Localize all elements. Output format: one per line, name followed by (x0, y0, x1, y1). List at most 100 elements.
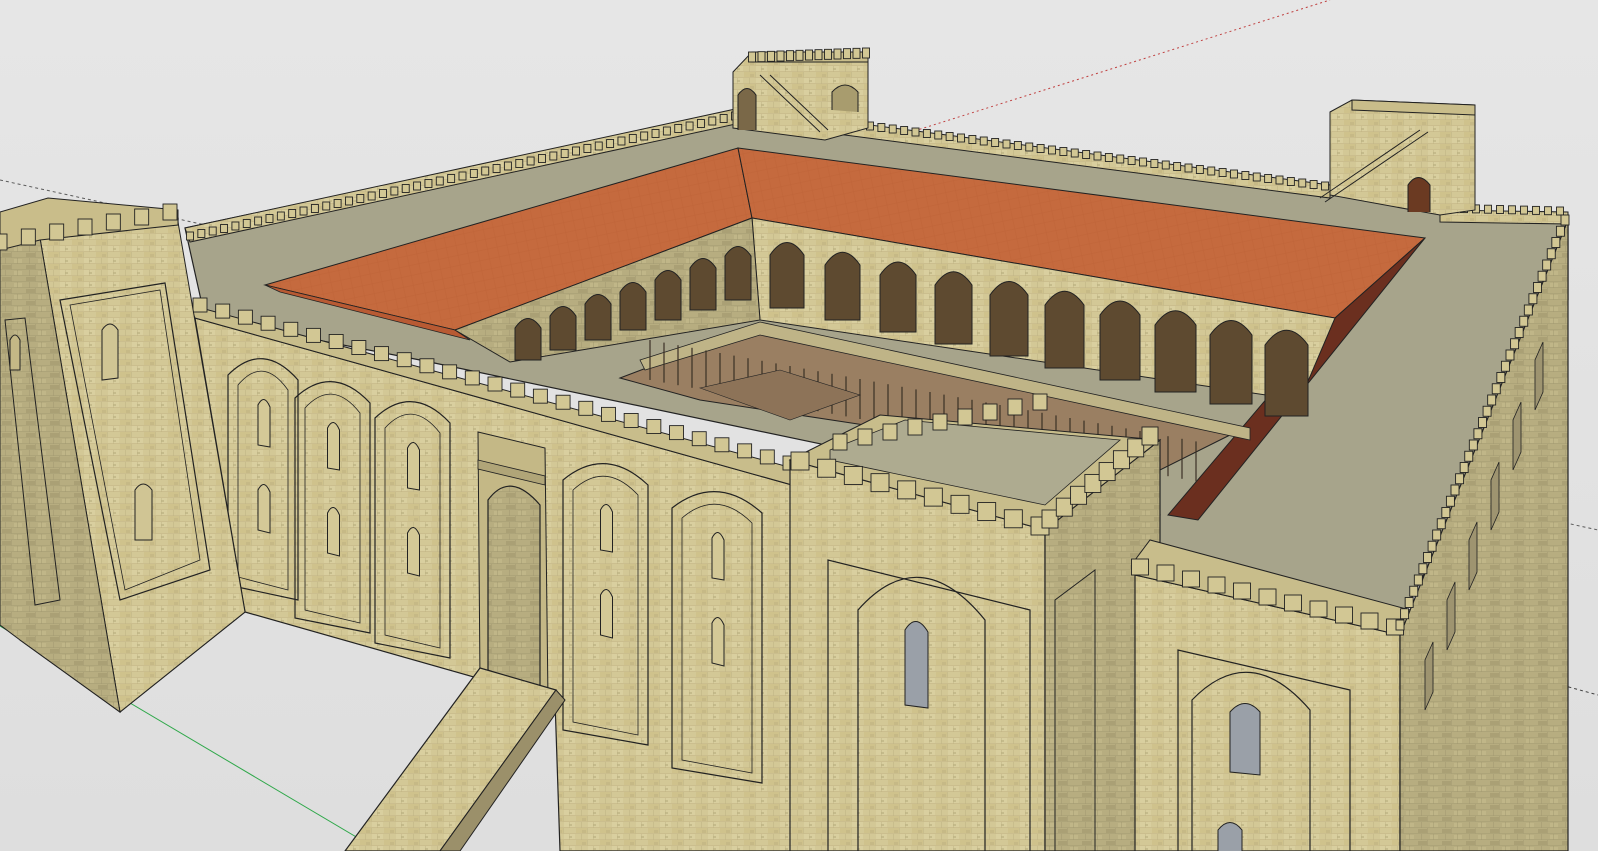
back-merlon (1230, 169, 1238, 179)
back-merlon (991, 138, 1000, 147)
right-merlon (1500, 360, 1510, 372)
keep-merlon (882, 423, 898, 441)
back-merlon (1093, 151, 1102, 161)
keep-merlon (982, 403, 998, 421)
back-merlon (1484, 204, 1492, 214)
arcade-arch (1154, 310, 1197, 393)
keep-merlon (1055, 497, 1073, 517)
back-merlon (1241, 171, 1250, 180)
right-merlon (1284, 594, 1302, 612)
arcade-arch (654, 270, 682, 321)
right-merlon (1505, 349, 1515, 361)
right-merlon (1450, 484, 1460, 496)
keep-merlon (957, 408, 973, 426)
right-merlon (1478, 417, 1487, 428)
back-merlon (1309, 180, 1318, 189)
right-merlon (1546, 248, 1556, 260)
right-merlon (1459, 462, 1469, 473)
back-merlon (549, 151, 558, 161)
back-merlon (1184, 163, 1193, 173)
keep-merlon (1041, 509, 1059, 529)
right-merlon (1258, 588, 1277, 606)
keep-merlon (870, 473, 890, 493)
right-merlon (1491, 383, 1501, 395)
right-merlon (1519, 315, 1529, 327)
right-merlon (1555, 225, 1565, 237)
keep-merlon (1032, 393, 1048, 411)
back-merlon (379, 189, 387, 198)
keep-merlon (817, 458, 837, 478)
back-merlon (1218, 168, 1227, 177)
back-merlon (1150, 159, 1159, 168)
right-merlon (1487, 394, 1497, 406)
back-merlon (220, 224, 229, 233)
keep-merlon (950, 494, 970, 514)
back-merlon (345, 196, 353, 206)
back-merlon (560, 149, 569, 158)
right-merlon (1551, 237, 1561, 248)
back-merlon (1275, 175, 1284, 185)
back-merlon (231, 221, 240, 231)
arcade-arch (769, 242, 805, 309)
center-tower-merlon (862, 47, 870, 59)
right-merlon (1432, 529, 1442, 541)
modeling-viewport[interactable] (0, 0, 1598, 851)
tower-merlon (20, 228, 36, 246)
front-merlon (283, 321, 299, 337)
keep-merlon (1084, 473, 1102, 493)
right-merlon (1131, 558, 1149, 576)
front-merlon (714, 437, 730, 453)
back-merlon (447, 174, 456, 183)
front-merlon (396, 352, 412, 368)
back-merlon (186, 231, 194, 241)
center-tower-merlon (776, 50, 785, 62)
front-merlon (532, 388, 548, 404)
right-merlon (1496, 372, 1506, 383)
right-merlon (1404, 597, 1414, 608)
center-tower-merlon (748, 51, 756, 63)
back-merlon (254, 216, 263, 226)
right-merlon (1455, 473, 1465, 485)
center-tower-merlon (814, 49, 823, 61)
back-merlon (651, 129, 660, 138)
keep-merlon (932, 413, 948, 431)
arcade-arch (549, 306, 577, 351)
right-merlon (1464, 450, 1474, 462)
center-tower-merlon (767, 50, 775, 62)
back-merlon (583, 144, 592, 153)
back-merlon (1048, 145, 1056, 155)
castle-model[interactable] (0, 0, 1598, 851)
front-merlon (601, 406, 616, 422)
back-merlon (1496, 205, 1504, 214)
tower-merlon (105, 213, 121, 231)
central-keep-tower (788, 393, 1162, 851)
back-merlon (469, 169, 478, 178)
back-merlon (333, 199, 342, 208)
arcade-arch (514, 318, 542, 361)
right-merlon (1335, 606, 1353, 624)
arched-window (711, 617, 725, 667)
front-merlon (578, 400, 594, 416)
tower-merlon (77, 218, 93, 236)
keep-merlon (1070, 485, 1088, 505)
back-merlon (945, 132, 954, 141)
arcade-arch (989, 281, 1029, 357)
keep-merlon (897, 480, 917, 500)
arcade-arch (1209, 320, 1253, 405)
keep-merlon (1112, 450, 1130, 470)
back-merlon (424, 179, 433, 188)
arcade-arch (879, 261, 917, 333)
back-merlon (1252, 172, 1261, 182)
arcade-arch (584, 294, 612, 341)
keep-merlon (790, 451, 810, 471)
keep-merlon (977, 502, 997, 522)
arcade-arch (934, 271, 973, 345)
front-merlon (646, 419, 662, 434)
gateway (477, 431, 549, 701)
back-merlon (1036, 144, 1045, 153)
back-merlon (1544, 206, 1552, 216)
back-merlon (435, 176, 444, 186)
center-tower-merlon (843, 48, 851, 60)
arched-window (600, 504, 613, 553)
back-merlon (1059, 147, 1068, 156)
